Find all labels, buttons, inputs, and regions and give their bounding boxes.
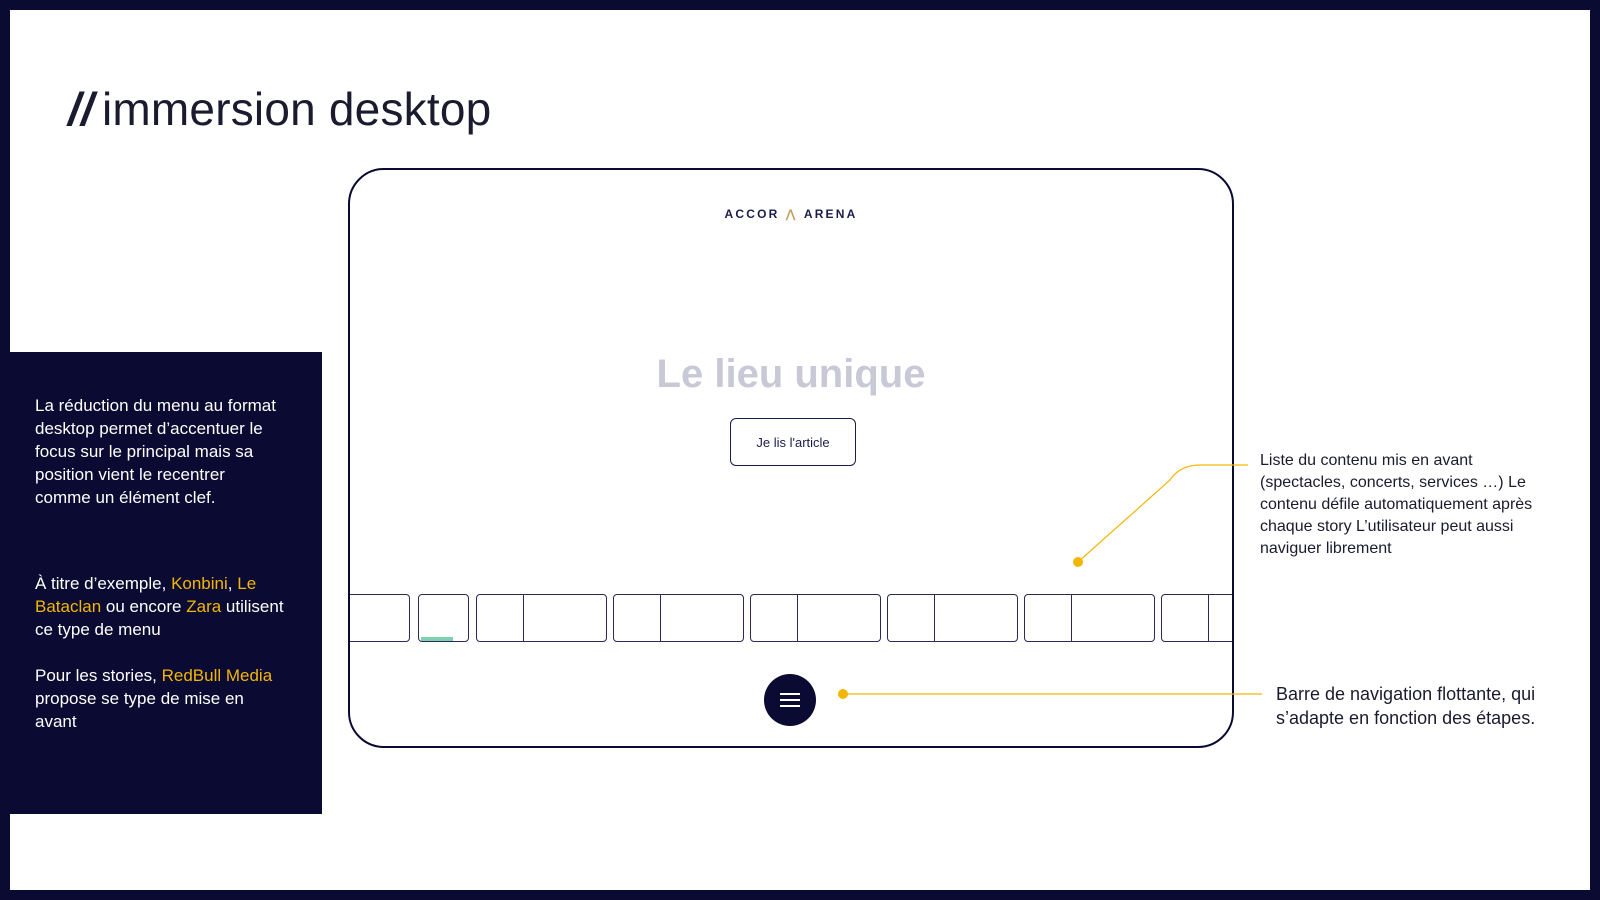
nav-callout-dot	[838, 689, 848, 699]
stories-callout-line	[1077, 464, 1248, 563]
stories-callout-dot	[1073, 557, 1083, 567]
slide: //immersion desktop La réduction du menu…	[10, 10, 1590, 890]
stories-annotation: Liste du contenu mis en avant (spectacle…	[1260, 452, 1533, 557]
nav-annotation: Barre de navigation flottante, qui s’ada…	[1276, 684, 1536, 728]
